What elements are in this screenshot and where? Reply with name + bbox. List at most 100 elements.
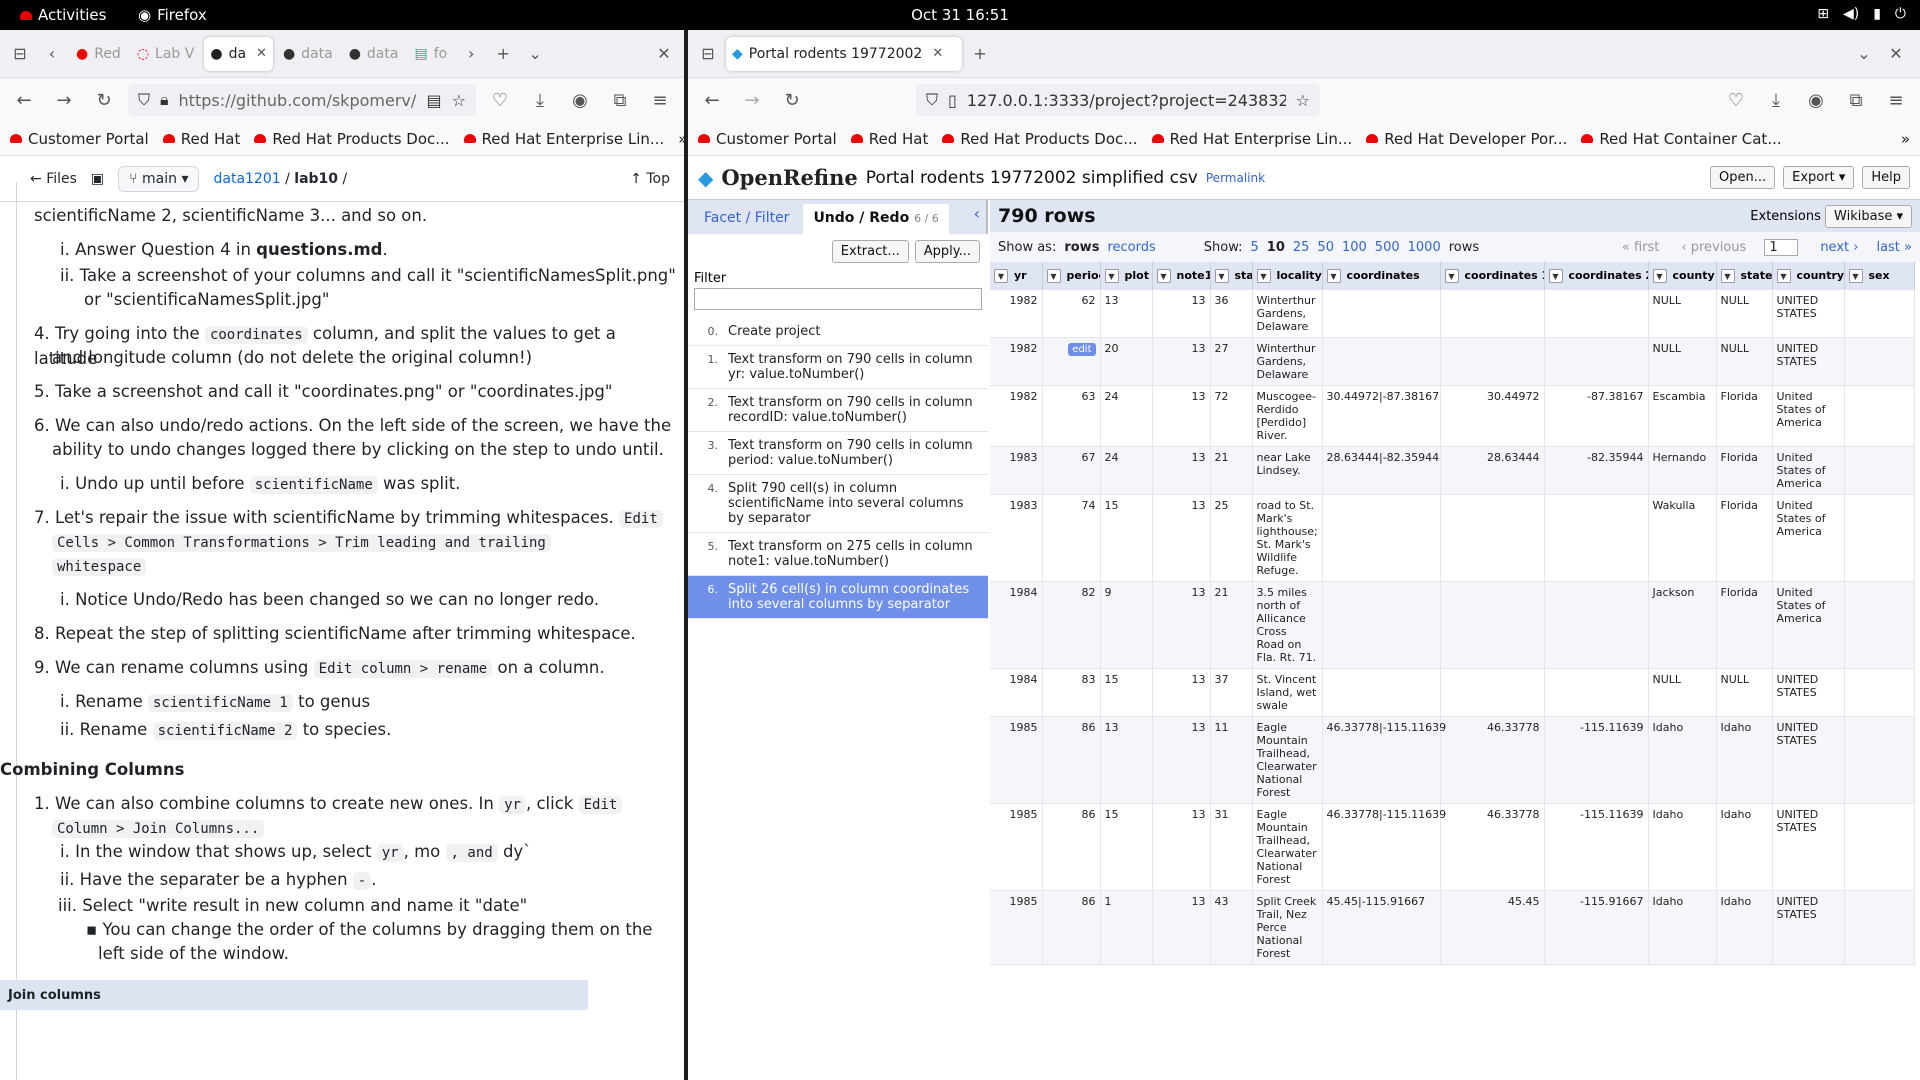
column-header[interactable]: ▼ state bbox=[1716, 262, 1773, 290]
list-tabs-icon[interactable]: ⌄ bbox=[1850, 44, 1878, 63]
table-cell[interactable] bbox=[1440, 668, 1545, 717]
table-cell[interactable]: Idaho bbox=[1716, 890, 1773, 965]
table-cell[interactable] bbox=[1440, 290, 1545, 338]
tab[interactable]: ◌ Lab V bbox=[131, 37, 201, 71]
table-cell[interactable]: UNITED STATES bbox=[1772, 890, 1845, 965]
table-cell[interactable] bbox=[1844, 446, 1915, 495]
table-cell[interactable]: 9 bbox=[1100, 581, 1153, 669]
bookmark-item[interactable]: Red Hat Enterprise Lin... bbox=[1151, 130, 1352, 148]
table-cell[interactable]: 13 bbox=[1152, 446, 1211, 495]
page-size-option[interactable]: 25 bbox=[1293, 240, 1310, 255]
bookmark-item[interactable]: Red Hat bbox=[162, 130, 240, 148]
table-cell[interactable]: 13 bbox=[1100, 290, 1153, 338]
table-cell[interactable]: NULL bbox=[1648, 337, 1717, 386]
tab[interactable]: ● data bbox=[343, 37, 405, 71]
apply-button[interactable]: Apply... bbox=[914, 240, 980, 263]
table-cell[interactable] bbox=[1844, 803, 1915, 891]
page-size-option[interactable]: 5 bbox=[1251, 240, 1259, 255]
table-cell[interactable]: UNITED STATES bbox=[1772, 716, 1845, 804]
reader-view-icon[interactable]: ▤ bbox=[427, 91, 442, 110]
table-cell[interactable]: 13 bbox=[1152, 385, 1211, 447]
table-cell[interactable] bbox=[1844, 385, 1915, 447]
table-cell[interactable]: 46.33778|-115.11639 bbox=[1322, 803, 1446, 891]
tab-overview-icon[interactable]: ⊟ bbox=[694, 44, 722, 63]
tab-facet-filter[interactable]: Facet / Filter bbox=[694, 204, 799, 234]
table-cell[interactable] bbox=[1440, 337, 1545, 386]
downloads-icon[interactable]: ⤓ bbox=[1760, 90, 1792, 111]
table-cell[interactable]: Florida bbox=[1716, 581, 1773, 669]
table-cell[interactable]: 37 bbox=[1210, 668, 1253, 717]
table-cell[interactable]: Winterthur Gardens, Delaware bbox=[1252, 337, 1323, 386]
previous-page-link[interactable]: ‹ previous bbox=[1681, 240, 1746, 255]
table-cell[interactable]: 11 bbox=[1210, 716, 1253, 804]
column-dropdown-icon[interactable]: ▼ bbox=[1548, 269, 1563, 283]
column-header[interactable]: ▼period bbox=[1042, 262, 1101, 290]
table-cell[interactable]: Florida bbox=[1716, 494, 1773, 582]
tab[interactable]: ● data bbox=[277, 37, 339, 71]
repo-link[interactable]: data1201 bbox=[213, 171, 280, 187]
table-cell[interactable]: 13 bbox=[1152, 337, 1211, 386]
export-button[interactable]: Export ▾ bbox=[1783, 166, 1855, 189]
edit-cell-button[interactable]: edit bbox=[1068, 343, 1096, 356]
downloads-icon[interactable]: ⤓ bbox=[524, 90, 556, 111]
account-icon[interactable]: ◉ bbox=[1800, 90, 1832, 111]
tab-overview-icon[interactable]: ⊟ bbox=[6, 44, 34, 63]
table-cell[interactable]: Idaho bbox=[1648, 803, 1717, 891]
table-cell[interactable]: 1982 bbox=[990, 337, 1043, 386]
table-cell[interactable] bbox=[1322, 668, 1441, 717]
scroll-tabs-left-icon[interactable]: ‹ bbox=[38, 44, 66, 63]
column-dropdown-icon[interactable]: ▼ bbox=[1326, 269, 1341, 283]
close-tab-icon[interactable]: ✕ bbox=[932, 46, 943, 61]
table-cell[interactable]: Idaho bbox=[1716, 803, 1773, 891]
extensions-icon[interactable]: ⧉ bbox=[604, 90, 636, 111]
back-icon[interactable]: ← bbox=[8, 90, 40, 111]
tab-active[interactable]: ● da ✕ bbox=[204, 36, 273, 71]
column-dropdown-icon[interactable]: ▼ bbox=[1046, 269, 1061, 283]
table-cell[interactable]: 45.45 bbox=[1440, 890, 1545, 965]
history-step[interactable]: 0. Create project bbox=[688, 318, 988, 346]
list-tabs-icon[interactable]: ⌄ bbox=[521, 44, 549, 63]
table-cell[interactable]: NULL bbox=[1648, 668, 1717, 717]
extensions-icon[interactable]: ⧉ bbox=[1840, 90, 1872, 111]
openrefine-logo[interactable]: OpenRefine bbox=[721, 165, 857, 190]
column-dropdown-icon[interactable]: ▼ bbox=[1256, 269, 1271, 283]
first-page-link[interactable]: « first bbox=[1622, 240, 1660, 255]
bookmark-item[interactable]: Red Hat Products Doc... bbox=[254, 130, 450, 148]
clock[interactable]: Oct 31 16:51 bbox=[0, 6, 1920, 24]
table-cell[interactable]: 28.63444|-82.35944 bbox=[1322, 446, 1441, 495]
tab[interactable]: ● Red bbox=[70, 37, 127, 71]
column-header[interactable]: ▼ locality bbox=[1252, 262, 1323, 290]
table-cell[interactable]: 72 bbox=[1210, 385, 1253, 447]
tab[interactable]: ▤ fo bbox=[408, 37, 453, 71]
table-cell[interactable]: Escambia bbox=[1648, 385, 1717, 447]
column-header[interactable]: ▼ coordinates bbox=[1322, 262, 1441, 290]
bookmark-star-icon[interactable]: ☆ bbox=[1296, 91, 1310, 110]
page-size-option[interactable]: 100 bbox=[1342, 240, 1367, 255]
table-cell[interactable]: 83 bbox=[1042, 668, 1101, 717]
table-cell[interactable] bbox=[1440, 494, 1545, 582]
table-cell[interactable]: 13 bbox=[1152, 716, 1211, 804]
column-header[interactable]: ▼ sex bbox=[1844, 262, 1915, 290]
forward-icon[interactable]: → bbox=[48, 90, 80, 111]
sidebar-icon[interactable]: ▣ bbox=[91, 171, 104, 187]
table-cell[interactable]: UNITED STATES bbox=[1772, 337, 1845, 386]
column-header[interactable]: ▼ yr bbox=[990, 262, 1043, 290]
close-window-icon[interactable]: ✕ bbox=[1882, 44, 1910, 63]
bookmark-item[interactable]: Red Hat bbox=[850, 130, 928, 148]
table-cell[interactable] bbox=[1844, 716, 1915, 804]
table-cell[interactable]: near Lake Lindsey. bbox=[1252, 446, 1323, 495]
table-cell[interactable]: NULL bbox=[1716, 668, 1773, 717]
table-cell[interactable]: 82 bbox=[1042, 581, 1101, 669]
system-tray[interactable]: ⊞ ◀) ▮ ⏻ bbox=[1817, 6, 1906, 22]
rows-mode[interactable]: rows bbox=[1064, 240, 1099, 255]
table-cell[interactable]: Eagle Mountain Trailhead, Clearwater Nat… bbox=[1252, 803, 1323, 891]
table-cell[interactable]: 24 bbox=[1100, 385, 1153, 447]
table-cell[interactable]: 27 bbox=[1210, 337, 1253, 386]
table-cell[interactable]: 13 bbox=[1152, 890, 1211, 965]
table-cell[interactable] bbox=[1322, 581, 1441, 669]
table-cell[interactable] bbox=[1322, 494, 1441, 582]
reload-icon[interactable]: ↻ bbox=[88, 90, 120, 111]
page-number-input[interactable]: 1 bbox=[1764, 238, 1799, 256]
column-header[interactable]: ▼ plot bbox=[1100, 262, 1153, 290]
table-cell[interactable]: 62 bbox=[1042, 290, 1101, 338]
